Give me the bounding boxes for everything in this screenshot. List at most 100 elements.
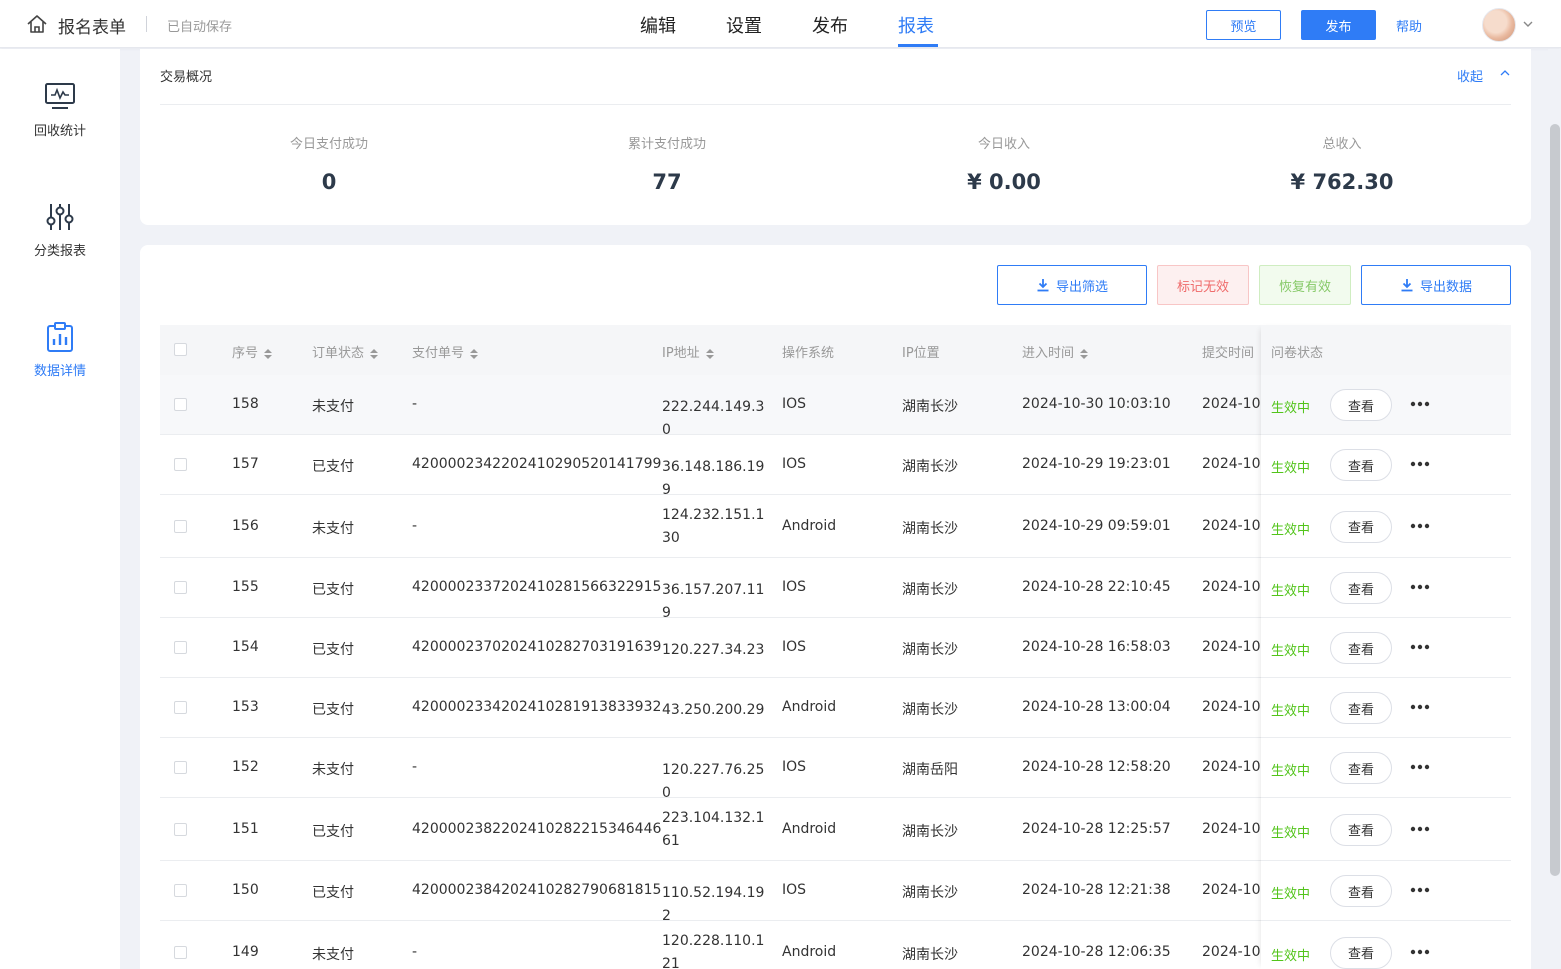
cell-submit-time: 2024-10- bbox=[1202, 820, 1260, 837]
table-row[interactable]: 157 已支付 4200002342202410290520141799 36.148… bbox=[160, 435, 1511, 498]
cell-pay-no: 4200002382202410282215346446 bbox=[412, 820, 662, 837]
preview-button[interactable]: 预览 bbox=[1206, 10, 1281, 40]
more-icon[interactable] bbox=[1410, 886, 1430, 894]
tab-settings[interactable]: 设置 bbox=[726, 12, 762, 38]
cell-enter-time: 2024-10-29 09:59:01 bbox=[1022, 517, 1171, 534]
view-button[interactable]: 查看 bbox=[1330, 632, 1392, 664]
cell-submit-time: 2024-10- bbox=[1202, 699, 1260, 715]
row-checkbox[interactable] bbox=[174, 701, 187, 714]
row-checkbox[interactable] bbox=[174, 581, 187, 594]
table-row[interactable]: 151 已支付 4200002382202410282215346446 223.10… bbox=[160, 798, 1511, 861]
header-seq[interactable]: 序号 bbox=[232, 342, 273, 361]
sidebar-item-recovery-stats[interactable]: 回收统计 bbox=[0, 82, 120, 172]
select-all-checkbox[interactable] bbox=[174, 343, 187, 356]
row-checkbox[interactable] bbox=[174, 398, 187, 411]
sidebar-item-data-detail[interactable]: 数据详情 bbox=[0, 322, 120, 412]
table-row[interactable]: 158 未支付 -222.244.149.30 IOS 湖南长沙 2024-10-30 1… bbox=[160, 375, 1511, 438]
survey-status-badge: 生效中 bbox=[1271, 401, 1311, 416]
cell-ip: 120.227.34.23 bbox=[662, 642, 765, 658]
sort-icon bbox=[370, 348, 379, 359]
view-button[interactable]: 查看 bbox=[1330, 752, 1392, 784]
chevron-up-icon[interactable] bbox=[1499, 67, 1511, 79]
table-row[interactable]: 149 未支付 - 120.228.110.121 Android 湖南长沙 2024-10… bbox=[160, 921, 1511, 969]
more-icon[interactable] bbox=[1410, 948, 1430, 956]
row-checkbox[interactable] bbox=[174, 822, 187, 836]
survey-status-badge: 生效中 bbox=[1271, 461, 1311, 476]
cell-pay-no: - bbox=[412, 943, 418, 960]
divider bbox=[160, 104, 1511, 105]
more-icon[interactable] bbox=[1410, 460, 1430, 468]
more-icon[interactable] bbox=[1410, 825, 1430, 833]
row-checkbox[interactable] bbox=[174, 945, 187, 959]
view-button[interactable]: 查看 bbox=[1330, 389, 1392, 421]
header-label: 支付单号 bbox=[412, 346, 465, 361]
table-row[interactable]: 152 未支付 -120.227.76.250 IOS 湖南岳阳 2024-10-28 1… bbox=[160, 738, 1511, 801]
table-row[interactable]: 150 已支付 4200002384202410282790681815 110.52… bbox=[160, 861, 1511, 924]
survey-status-badge: 生效中 bbox=[1271, 644, 1311, 659]
restore-valid-button[interactable]: 恢复有效 bbox=[1259, 265, 1351, 305]
tab-report[interactable]: 报表 bbox=[898, 12, 934, 38]
stat-total-paid: 累计支付成功 77 bbox=[498, 133, 836, 194]
cell-order-status: 未支付 bbox=[312, 946, 354, 963]
sliders-icon bbox=[46, 204, 74, 230]
view-button[interactable]: 查看 bbox=[1330, 692, 1392, 724]
header-pay-no[interactable]: 支付单号 bbox=[412, 342, 479, 361]
row-checkbox[interactable] bbox=[174, 641, 187, 654]
table-header: 序号 订单状态 支付单号 IP地址 操作系统 IP位置 进入时间 提交时间 问卷… bbox=[160, 325, 1511, 375]
cell-enter-time: 2024-10-28 13:00:04 bbox=[1022, 699, 1171, 715]
publish-button[interactable]: 发布 bbox=[1301, 10, 1376, 40]
cell-seq: 150 bbox=[232, 882, 259, 898]
sort-icon bbox=[705, 348, 714, 359]
scrollbar-thumb[interactable] bbox=[1550, 124, 1560, 876]
data-table-card: 导出筛选 标记无效 恢复有效 导出数据 序号 订单状态 支付单号 IP地址 操作… bbox=[140, 245, 1531, 969]
sidebar-item-label: 分类报表 bbox=[33, 244, 86, 259]
sidebar-item-category-report[interactable]: 分类报表 bbox=[0, 202, 120, 292]
more-icon[interactable] bbox=[1410, 763, 1430, 771]
cell-os: IOS bbox=[782, 882, 807, 898]
more-icon[interactable] bbox=[1410, 583, 1430, 591]
row-checkbox[interactable] bbox=[174, 519, 187, 533]
export-data-button[interactable]: 导出数据 bbox=[1361, 265, 1511, 305]
more-icon[interactable] bbox=[1410, 643, 1430, 651]
header-enter-time[interactable]: 进入时间 bbox=[1022, 342, 1089, 361]
cell-order-status: 已支付 bbox=[312, 702, 354, 718]
avatar[interactable] bbox=[1482, 8, 1516, 42]
cell-os: Android bbox=[782, 820, 837, 837]
tab-publish[interactable]: 发布 bbox=[812, 12, 848, 38]
table-row[interactable]: 154 已支付 4200002370202410282703191639 120.22… bbox=[160, 618, 1511, 678]
view-button[interactable]: 查看 bbox=[1330, 572, 1392, 604]
row-checkbox[interactable] bbox=[174, 884, 187, 897]
table-row[interactable]: 156 未支付 - 124.232.151.130 Android 湖南长沙 2024-10… bbox=[160, 495, 1511, 558]
sidebar: 回收统计 分类报表 数据详情 bbox=[0, 49, 120, 969]
home-icon[interactable] bbox=[26, 14, 48, 34]
view-button[interactable]: 查看 bbox=[1330, 449, 1392, 481]
more-icon[interactable] bbox=[1410, 400, 1430, 408]
header-order-status[interactable]: 订单状态 bbox=[312, 342, 379, 361]
tab-edit[interactable]: 编辑 bbox=[640, 12, 676, 38]
survey-status-badge: 生效中 bbox=[1271, 948, 1311, 964]
export-data-label: 导出数据 bbox=[1419, 279, 1472, 295]
row-checkbox[interactable] bbox=[174, 458, 187, 471]
header-ip[interactable]: IP地址 bbox=[662, 342, 715, 361]
cell-ip-location: 湖南长沙 bbox=[902, 702, 958, 718]
cell-order-status: 已支付 bbox=[312, 823, 354, 840]
more-icon[interactable] bbox=[1410, 703, 1430, 711]
view-button[interactable]: 查看 bbox=[1330, 510, 1392, 543]
export-filter-button[interactable]: 导出筛选 bbox=[997, 265, 1147, 305]
view-button[interactable]: 查看 bbox=[1330, 936, 1392, 969]
row-checkbox[interactable] bbox=[174, 761, 187, 774]
cell-ip-location: 湖南岳阳 bbox=[902, 762, 958, 778]
cell-ip-location: 湖南长沙 bbox=[902, 399, 958, 415]
more-icon[interactable] bbox=[1410, 522, 1430, 530]
table-row[interactable]: 153 已支付 4200002334202410281913833932 43.250… bbox=[160, 678, 1511, 738]
clipboard-chart-icon bbox=[47, 322, 73, 352]
collapse-button[interactable]: 收起 bbox=[1457, 66, 1483, 85]
view-button[interactable]: 查看 bbox=[1330, 875, 1392, 907]
cell-ip: 124.232.151.130 bbox=[662, 506, 765, 546]
stat-total-income: 总收入 ¥ 762.30 bbox=[1173, 133, 1511, 194]
view-button[interactable]: 查看 bbox=[1330, 813, 1392, 846]
help-link[interactable]: 帮助 bbox=[1396, 16, 1422, 35]
table-row[interactable]: 155 已支付 4200002337202410281566322915 36.157… bbox=[160, 558, 1511, 621]
chevron-down-icon[interactable] bbox=[1521, 17, 1535, 31]
mark-invalid-button[interactable]: 标记无效 bbox=[1157, 265, 1249, 305]
